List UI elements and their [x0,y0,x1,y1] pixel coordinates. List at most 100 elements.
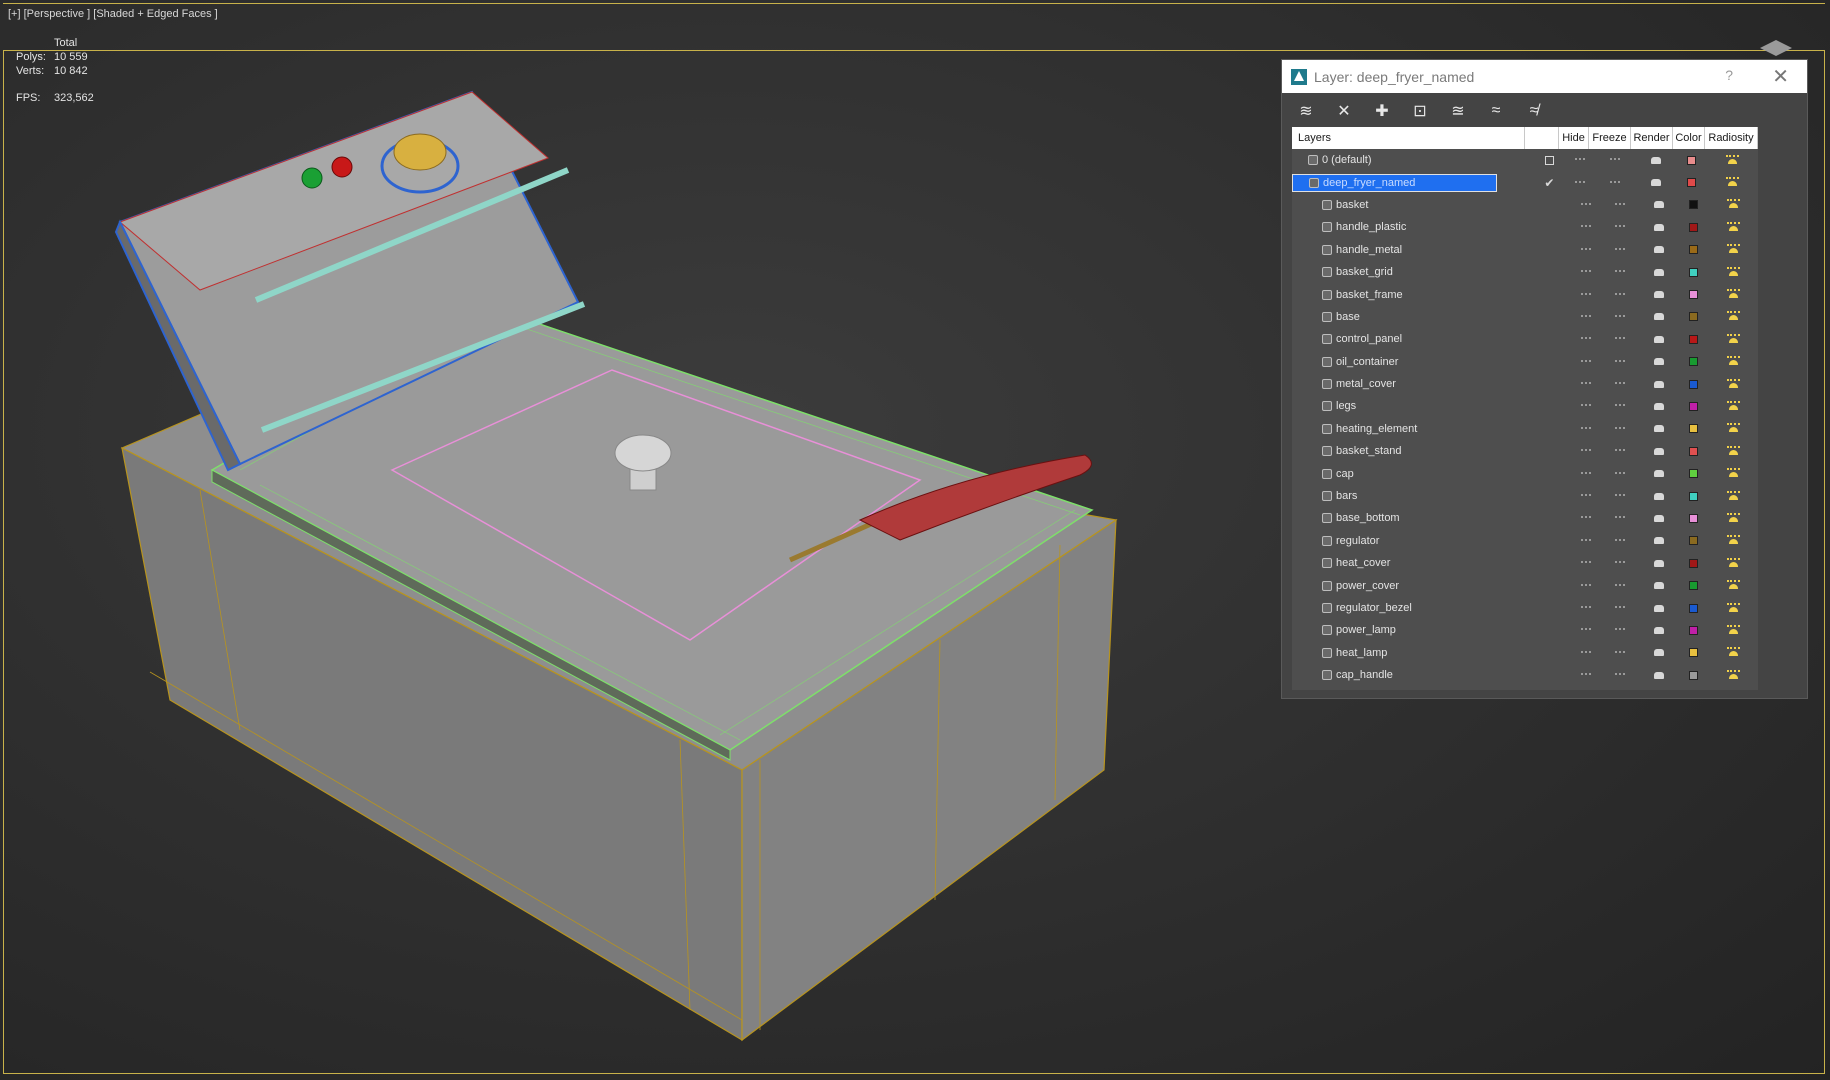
current-layer-cell[interactable] [1540,261,1572,283]
layer-name-cell[interactable]: metal_cover [1292,373,1540,395]
radiosity-toggle-cell[interactable] [1708,395,1758,417]
color-swatch-cell[interactable] [1678,351,1708,373]
layer-dialog[interactable]: Layer: deep_fryer_named ? ✕ ≋ ✕ ✚ ⊡ ≊ ≈ … [1281,59,1808,699]
hide-toggle-cell[interactable] [1572,306,1600,328]
layer-row[interactable]: heating_element [1292,418,1758,440]
add-to-layer-icon[interactable]: ✚ [1370,99,1394,123]
current-layer-cell[interactable] [1540,418,1572,440]
render-toggle-cell[interactable] [1639,664,1678,686]
current-layer-cell[interactable] [1540,239,1572,261]
radiosity-toggle-cell[interactable] [1708,440,1758,462]
render-toggle-cell[interactable] [1639,462,1678,484]
layer-row[interactable]: basket_grid [1292,261,1758,283]
current-layer-cell[interactable] [1540,351,1572,373]
render-toggle-cell[interactable] [1639,239,1678,261]
radiosity-toggle-cell[interactable] [1708,306,1758,328]
layer-row[interactable]: metal_cover [1292,373,1758,395]
layer-name-cell[interactable]: cap_handle [1292,664,1540,686]
radiosity-toggle-cell[interactable] [1708,552,1758,574]
hide-toggle-cell[interactable] [1572,418,1600,440]
current-layer-cell[interactable] [1540,552,1572,574]
layer-name-cell[interactable]: 0 (default) [1292,149,1533,171]
layer-name-cell[interactable]: oil_container [1292,351,1540,373]
radiosity-toggle-cell[interactable] [1708,530,1758,552]
current-layer-cell[interactable] [1540,194,1572,216]
layer-row[interactable]: power_lamp [1292,619,1758,641]
layer-name-cell[interactable]: control_panel [1292,328,1540,350]
render-toggle-cell[interactable] [1639,507,1678,529]
current-layer-cell[interactable] [1540,328,1572,350]
column-freeze[interactable]: Freeze [1589,127,1631,149]
render-toggle-cell[interactable] [1639,373,1678,395]
freeze-toggle-cell[interactable] [1600,597,1639,619]
layer-row[interactable]: 0 (default) [1292,149,1758,171]
freeze-toggle-cell[interactable] [1600,642,1639,664]
hide-toggle-cell[interactable] [1572,485,1600,507]
freeze-toggle-cell[interactable] [1600,530,1639,552]
layer-row[interactable]: handle_plastic [1292,216,1758,238]
current-layer-cell[interactable] [1540,440,1572,462]
freeze-toggle-cell[interactable] [1600,194,1639,216]
color-swatch-cell[interactable] [1678,283,1708,305]
render-toggle-cell[interactable] [1639,485,1678,507]
current-layer-cell[interactable]: ✔ [1533,171,1566,193]
layer-name-cell[interactable]: heat_cover [1292,552,1540,574]
color-swatch-cell[interactable] [1678,574,1708,596]
color-swatch-cell[interactable] [1678,619,1708,641]
color-swatch-cell[interactable] [1678,462,1708,484]
layer-name-cell[interactable]: heating_element [1292,418,1540,440]
current-layer-cell[interactable] [1540,216,1572,238]
radiosity-toggle-cell[interactable] [1708,216,1758,238]
radiosity-toggle-cell[interactable] [1708,418,1758,440]
freeze-toggle-cell[interactable] [1600,552,1639,574]
create-layer-icon[interactable]: ≋ [1294,99,1318,123]
current-layer-cell[interactable] [1540,507,1572,529]
select-objects-icon[interactable]: ⊡ [1408,99,1432,123]
color-swatch-cell[interactable] [1678,418,1708,440]
color-swatch-cell[interactable] [1678,261,1708,283]
freeze-toggle-cell[interactable] [1600,485,1639,507]
checkbox-icon[interactable] [1544,155,1554,165]
color-swatch-cell[interactable] [1678,552,1708,574]
freeze-toggle-cell[interactable] [1595,149,1636,171]
current-layer-cell[interactable] [1540,395,1572,417]
checkmark-icon[interactable]: ✔ [1544,176,1554,190]
hide-toggle-cell[interactable] [1572,283,1600,305]
color-swatch-cell[interactable] [1678,373,1708,395]
freeze-toggle-cell[interactable] [1600,664,1639,686]
freeze-toggle-cell[interactable] [1600,306,1639,328]
layer-name-cell[interactable]: handle_metal [1292,239,1540,261]
hide-toggle-cell[interactable] [1572,664,1600,686]
layer-name-cell[interactable]: power_cover [1292,574,1540,596]
freeze-toggle-cell[interactable] [1600,373,1639,395]
color-swatch-cell[interactable] [1678,216,1708,238]
hide-toggle-cell[interactable] [1572,216,1600,238]
layer-name-cell[interactable]: base [1292,306,1540,328]
color-swatch-cell[interactable] [1678,642,1708,664]
render-toggle-cell[interactable] [1639,328,1678,350]
layer-name-cell[interactable]: deep_fryer_named [1292,171,1533,193]
freeze-toggle-cell[interactable] [1600,395,1639,417]
radiosity-toggle-cell[interactable] [1708,351,1758,373]
current-layer-cell[interactable] [1540,462,1572,484]
column-layers[interactable]: Layers [1292,127,1525,149]
radiosity-toggle-cell[interactable] [1708,664,1758,686]
layer-row[interactable]: oil_container [1292,351,1758,373]
radiosity-toggle-cell[interactable] [1708,373,1758,395]
hide-toggle-cell[interactable] [1572,530,1600,552]
freeze-toggle-cell[interactable] [1600,239,1639,261]
layer-name-cell[interactable]: legs [1292,395,1540,417]
layer-name-cell[interactable]: basket_grid [1292,261,1540,283]
layer-name-cell[interactable]: basket_stand [1292,440,1540,462]
layer-row[interactable]: basket_stand [1292,440,1758,462]
freeze-toggle-cell[interactable] [1600,507,1639,529]
viewcube-icon[interactable] [1754,36,1798,60]
freeze-toggle-cell[interactable] [1600,328,1639,350]
render-toggle-cell[interactable] [1639,306,1678,328]
render-toggle-cell[interactable] [1639,574,1678,596]
column-color[interactable]: Color [1673,127,1705,149]
freeze-toggle-cell[interactable] [1600,462,1639,484]
radiosity-toggle-cell[interactable] [1708,328,1758,350]
dialog-titlebar[interactable]: Layer: deep_fryer_named ? ✕ [1282,60,1807,93]
color-swatch-cell[interactable] [1678,239,1708,261]
